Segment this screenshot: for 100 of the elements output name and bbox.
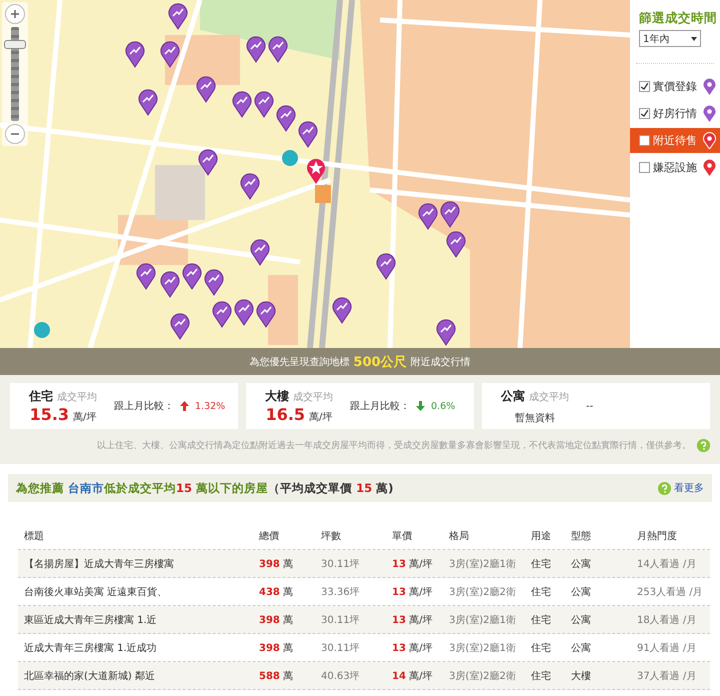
layer-option[interactable]: 好房行情: [630, 101, 720, 126]
compare-label: 跟上月比較：: [350, 400, 410, 413]
average-price: 16.5: [266, 405, 306, 424]
map-marker-icon[interactable]: [332, 296, 352, 324]
property-type: 大樓: [265, 388, 289, 405]
area-cell-text: 40.63坪: [321, 670, 361, 682]
listing-row[interactable]: 北區幸福的家(大道新城) 鄰近 588 萬 40.63坪 14 萬/坪 3房(室)2廳2衛 住宅 大樓 37人看過 /月: [18, 662, 710, 690]
period-select[interactable]: 1年內: [639, 30, 701, 47]
map-marker-icon[interactable]: [125, 40, 145, 68]
total-price: 438 萬: [259, 586, 294, 598]
property-type: 公寓: [501, 388, 525, 404]
column-header: 用途: [531, 530, 552, 542]
checkbox[interactable]: [639, 81, 650, 92]
views-cell-text: 253人看過 /月: [637, 586, 704, 598]
total-price: 398 萬: [259, 558, 294, 570]
star-marker-icon[interactable]: [306, 157, 326, 185]
layout-cell-text: 3房(室)2廳2衛: [449, 670, 517, 682]
listing-row[interactable]: 東區近成大青年三房樓寓 1.近 398 萬 30.11坪 13 萬/坪 3房(室)2廳1衛 住宅 公寓 18人看過 /月: [18, 606, 710, 634]
no-data-text: 暫無資料: [515, 412, 555, 424]
map-marker-icon[interactable]: [160, 270, 180, 298]
area-cell-text: 30.11坪: [321, 558, 361, 570]
price-unit: 萬/坪: [73, 410, 96, 424]
area-cell-text: 33.36坪: [321, 586, 361, 598]
banner-text: 附近成交行情: [410, 356, 471, 368]
layer-option[interactable]: 嫌惡設施: [630, 155, 720, 180]
map-marker-icon[interactable]: [204, 268, 224, 296]
checkbox[interactable]: [639, 162, 650, 173]
caret-icon: [691, 36, 697, 40]
map-marker-icon[interactable]: [136, 262, 156, 290]
map-marker-icon[interactable]: [212, 300, 232, 328]
map-marker-icon[interactable]: [440, 200, 460, 228]
banner-text: 為您優先呈現查詢地標: [249, 356, 350, 368]
map-marker-icon[interactable]: [446, 230, 466, 258]
map-marker-icon[interactable]: [254, 90, 274, 118]
map-marker-icon[interactable]: [246, 35, 266, 63]
map-marker-icon[interactable]: [376, 252, 396, 280]
use-cell-text: 住宅: [531, 614, 552, 626]
use-cell-text: 住宅: [531, 642, 552, 654]
use-cell-text: 住宅: [531, 670, 552, 682]
unit-price: 13 萬/坪: [392, 614, 434, 626]
layout-cell-text: 3房(室)2廳1衛: [449, 614, 517, 626]
use-cell-text: 住宅: [531, 558, 552, 570]
unit-price: 13 萬/坪: [392, 558, 434, 570]
listing-title: 東區近成大青年三房樓寓 1.近: [24, 614, 158, 626]
listing-title: 【名揚房屋】近成大青年三房樓寓: [24, 558, 175, 570]
zoom-slider-thumb[interactable]: [4, 40, 26, 50]
map-marker-icon[interactable]: [240, 172, 260, 200]
map-marker-icon[interactable]: [196, 75, 216, 103]
stat-label: 成交平均: [293, 390, 333, 404]
type-cell-text: 公寓: [571, 614, 592, 626]
map-marker-icon[interactable]: [276, 104, 296, 132]
route-shield-icon: [34, 322, 50, 338]
map-marker-icon[interactable]: [232, 90, 252, 118]
zoom-in-button[interactable]: [5, 4, 25, 24]
price-unit: 萬/坪: [309, 410, 332, 424]
layer-option[interactable]: 實價登錄: [630, 74, 720, 99]
map-marker-icon[interactable]: [436, 318, 456, 346]
map-marker-icon[interactable]: [418, 202, 438, 230]
layout-cell-text: 3房(室)2廳1衛: [449, 558, 517, 570]
views-cell-text: 18人看過 /月: [637, 614, 698, 626]
total-price: 398 萬: [259, 642, 294, 654]
change-percent: 1.32%: [195, 400, 226, 412]
map-marker-icon[interactable]: [250, 238, 270, 266]
map-marker-icon[interactable]: [256, 300, 276, 328]
map-marker-icon[interactable]: [138, 88, 158, 116]
checkbox[interactable]: [639, 135, 650, 146]
distance-text: 500公尺: [353, 354, 407, 370]
views-cell-text: 14人看過 /月: [637, 558, 698, 570]
map-marker-icon[interactable]: [170, 312, 190, 340]
type-cell-text: 公寓: [571, 642, 592, 654]
views-cell-text: 37人看過 /月: [637, 670, 698, 682]
map-marker-icon[interactable]: [182, 262, 202, 290]
average-price: 15.3: [30, 405, 70, 424]
zoom-slider[interactable]: [4, 27, 26, 121]
property-type: 住宅: [29, 388, 53, 405]
route-shield-icon: [282, 150, 298, 166]
column-header: 坪數: [321, 530, 342, 542]
layer-option[interactable]: 附近待售: [630, 128, 720, 153]
map-marker-icon[interactable]: [298, 120, 318, 148]
dash-text: --: [586, 400, 594, 412]
type-cell-text: 公寓: [571, 558, 592, 570]
plus-icon: [11, 10, 19, 18]
column-header: 標題: [24, 530, 45, 542]
listing-title: 北區幸福的家(大道新城) 鄰近: [24, 670, 156, 682]
map-marker-icon[interactable]: [198, 148, 218, 176]
column-header: 型態: [571, 530, 592, 542]
map-marker-icon[interactable]: [168, 2, 188, 30]
listing-title: 台南後火車站美寓 近遠東百貨、: [24, 586, 168, 598]
compare-label: 跟上月比較：: [114, 400, 174, 413]
map-marker-icon[interactable]: [268, 35, 288, 63]
map-marker-icon[interactable]: [234, 298, 254, 326]
listing-row[interactable]: 【名揚房屋】近成大青年三房樓寓 398 萬 30.11坪 13 萬/坪 3房(室)2廳1衛 住宅 公寓 14人看過 /月: [18, 550, 710, 578]
stat-label: 成交平均: [57, 390, 97, 404]
stat-label: 成交平均: [529, 390, 569, 404]
total-price: 588 萬: [259, 670, 294, 682]
map-marker-icon[interactable]: [160, 40, 180, 68]
station-icon: [315, 185, 331, 203]
see-more-link[interactable]: 看更多: [658, 481, 704, 495]
checkbox[interactable]: [639, 108, 650, 119]
recommend-title: 為您推薦 台南市低於成交平均15 萬以下的房屋（平均成交單價 15 萬): [16, 480, 394, 496]
